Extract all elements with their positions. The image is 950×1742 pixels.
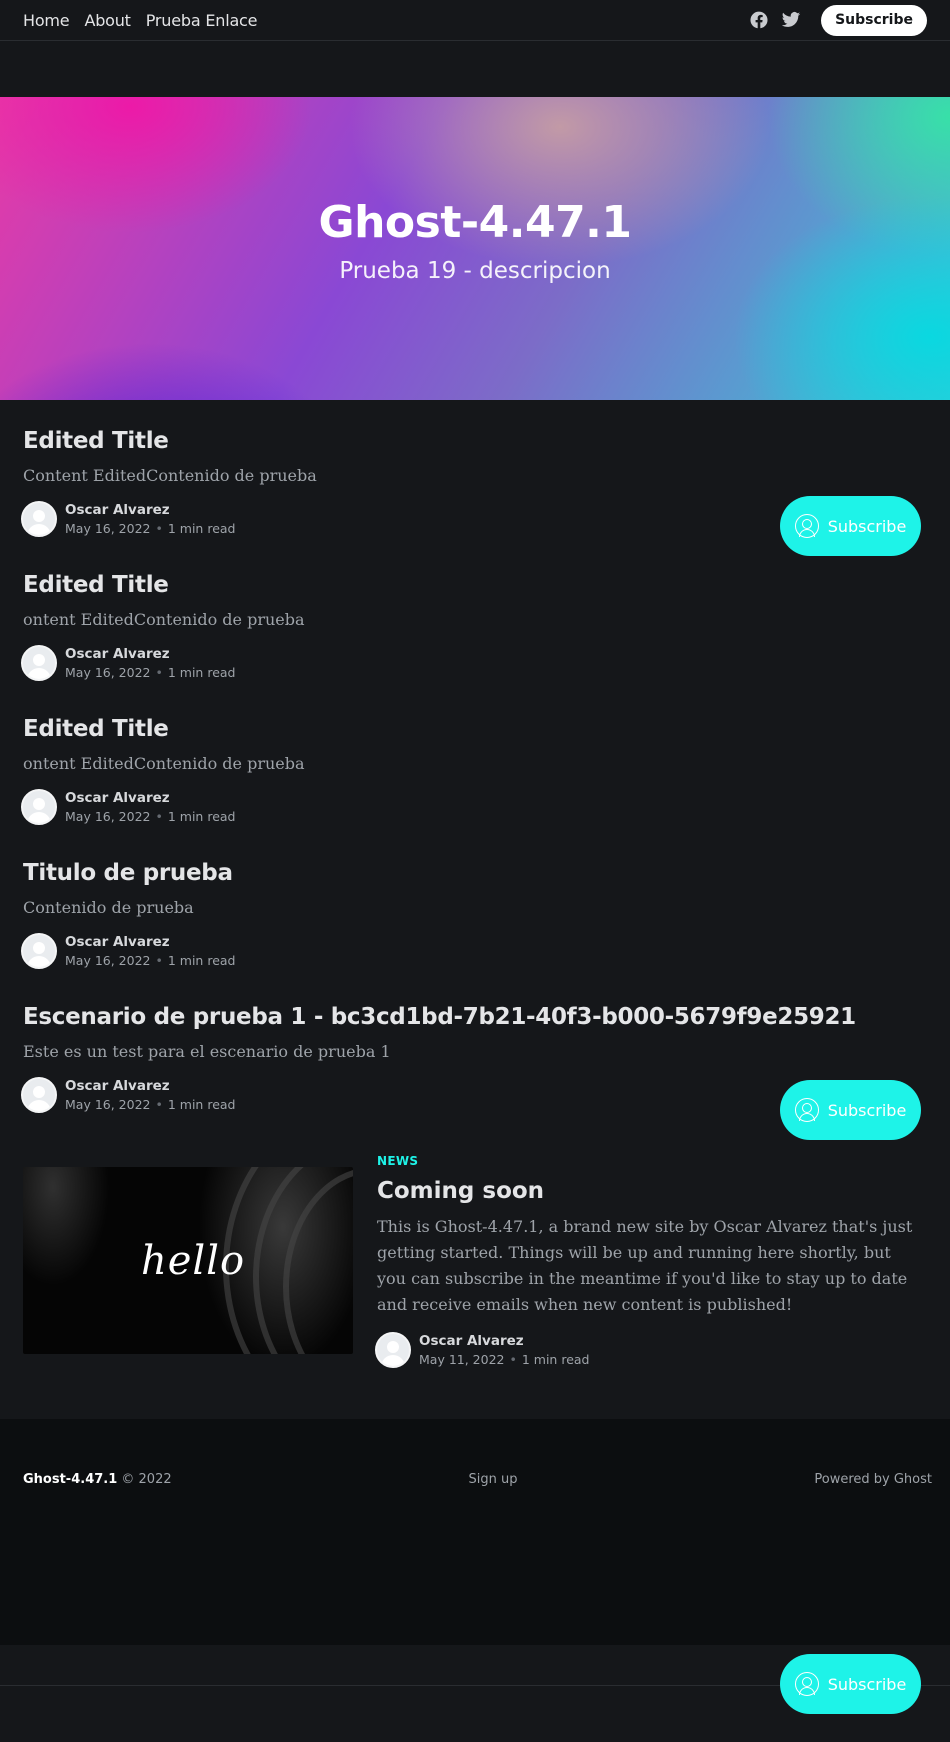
post-date: May 11, 2022 • 1 min read [419, 1352, 590, 1367]
site-header: Home About Prueba Enlace Subscribe [0, 0, 950, 41]
avatar[interactable] [21, 789, 57, 825]
facebook-icon[interactable] [749, 10, 769, 30]
avatar[interactable] [21, 501, 57, 537]
post-card[interactable]: Edited Title ontent EditedContenido de p… [21, 572, 903, 681]
author-name[interactable]: Oscar Alvarez [65, 790, 235, 806]
user-circle-icon [794, 1098, 819, 1122]
post-title[interactable]: Edited Title [23, 716, 903, 742]
nav-item-about[interactable]: About [84, 11, 131, 30]
site-title: Ghost-4.47.1 [318, 197, 632, 248]
header-subscribe-button[interactable]: Subscribe [821, 4, 927, 36]
post-excerpt: ontent EditedContenido de prueba [23, 754, 305, 773]
post-title[interactable]: Titulo de prueba [23, 860, 903, 886]
featured-post[interactable]: NEWS Coming soon This is Ghost-4.47.1, a… [375, 1154, 917, 1368]
post-card[interactable]: Escenario de prueba 1 - bc3cd1bd-7b21-40… [21, 1004, 903, 1113]
avatar[interactable] [21, 645, 57, 681]
twitter-icon[interactable] [781, 10, 801, 30]
post-card[interactable]: Edited Title Content EditedContenido de … [21, 428, 903, 537]
avatar[interactable] [21, 1077, 57, 1113]
main-nav: Home About Prueba Enlace [23, 11, 257, 30]
floating-subscribe-button[interactable]: Subscribe [780, 1654, 921, 1714]
post-date: May 16, 2022 • 1 min read [65, 665, 236, 680]
avatar[interactable] [21, 933, 57, 969]
post-excerpt: Contenido de prueba [23, 898, 194, 917]
post-excerpt: ontent EditedContenido de prueba [23, 610, 305, 629]
header-actions: Subscribe [749, 4, 927, 36]
featured-image[interactable]: hello [23, 1167, 353, 1354]
post-excerpt: Content EditedContenido de prueba [23, 466, 317, 485]
post-title[interactable]: Coming soon [377, 1178, 917, 1204]
user-circle-icon [794, 1672, 819, 1696]
footer-copyright: Ghost-4.47.1 © 2022 [23, 1472, 172, 1487]
post-tag[interactable]: NEWS [377, 1154, 917, 1168]
powered-by-link[interactable]: Powered by Ghost [814, 1472, 932, 1487]
user-circle-icon [794, 514, 819, 538]
floating-subscribe-button[interactable]: Subscribe [780, 1080, 921, 1140]
author-name[interactable]: Oscar Alvarez [65, 934, 235, 950]
post-date: May 16, 2022 • 1 min read [65, 809, 236, 824]
post-title[interactable]: Escenario de prueba 1 - bc3cd1bd-7b21-40… [23, 1004, 903, 1030]
subscribe-label: Subscribe [827, 1100, 907, 1120]
copyright-text: © 2022 [121, 1472, 172, 1487]
post-meta: Oscar Alvarez May 11, 2022 • 1 min read [375, 1332, 917, 1368]
author-name[interactable]: Oscar Alvarez [65, 646, 235, 662]
nav-item-prueba-enlace[interactable]: Prueba Enlace [146, 11, 258, 30]
author-name[interactable]: Oscar Alvarez [65, 1078, 235, 1094]
post-meta: Oscar Alvarez May 16, 2022 • 1 min read [21, 501, 903, 537]
floating-subscribe-button[interactable]: Subscribe [780, 496, 921, 556]
post-title[interactable]: Edited Title [23, 428, 903, 454]
site-description: Prueba 19 - descripcion [339, 258, 611, 284]
post-date: May 16, 2022 • 1 min read [65, 521, 236, 536]
subscribe-label: Subscribe [827, 1674, 907, 1694]
image-hello-text: hello [140, 1237, 246, 1284]
site-footer: Ghost-4.47.1 © 2022 Sign up Powered by G… [0, 1419, 950, 1645]
post-date: May 16, 2022 • 1 min read [65, 1097, 236, 1112]
hero-banner: Ghost-4.47.1 Prueba 19 - descripcion [0, 97, 950, 400]
post-meta: Oscar Alvarez May 16, 2022 • 1 min read [21, 645, 903, 681]
post-meta: Oscar Alvarez May 16, 2022 • 1 min read [21, 933, 903, 969]
post-excerpt: Este es un test para el escenario de pru… [23, 1042, 391, 1061]
footer-signup-link[interactable]: Sign up [469, 1472, 518, 1487]
footer-row: Ghost-4.47.1 © 2022 Sign up Powered by G… [23, 1472, 932, 1487]
nav-item-home[interactable]: Home [23, 11, 70, 30]
post-meta: Oscar Alvarez May 16, 2022 • 1 min read [21, 1077, 903, 1113]
footer-brand[interactable]: Ghost-4.47.1 [23, 1472, 117, 1487]
post-title[interactable]: Edited Title [23, 572, 903, 598]
author-name[interactable]: Oscar Alvarez [65, 502, 235, 518]
subscribe-label: Subscribe [827, 516, 907, 536]
author-name[interactable]: Oscar Alvarez [419, 1333, 589, 1349]
post-card[interactable]: Edited Title ontent EditedContenido de p… [21, 716, 903, 825]
avatar[interactable] [375, 1332, 411, 1368]
post-card[interactable]: Titulo de prueba Contenido de prueba Osc… [21, 860, 903, 969]
post-meta: Oscar Alvarez May 16, 2022 • 1 min read [21, 789, 903, 825]
post-excerpt: This is Ghost-4.47.1, a brand new site b… [377, 1217, 913, 1314]
post-date: May 16, 2022 • 1 min read [65, 953, 236, 968]
